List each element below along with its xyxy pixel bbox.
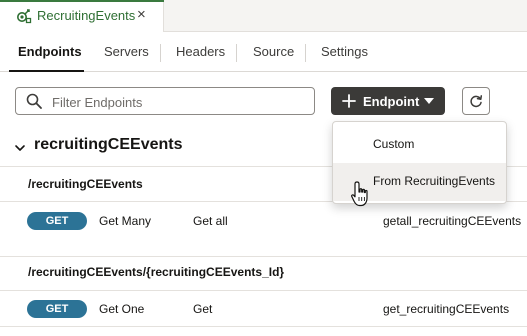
tab-servers[interactable]: Servers <box>104 44 149 59</box>
search-icon <box>26 93 42 109</box>
filter-endpoints-input[interactable] <box>52 93 302 111</box>
section-tabs: Endpoints Servers Headers Source Setting… <box>0 32 527 72</box>
divider <box>0 290 527 291</box>
endpoint-group-title[interactable]: recruitingCEEvents <box>34 136 182 154</box>
tab-divider <box>305 44 306 62</box>
refresh-button[interactable] <box>462 87 490 115</box>
add-endpoint-button[interactable]: Endpoint <box>331 87 445 115</box>
tab-settings[interactable]: Settings <box>321 44 368 59</box>
collapse-chevron-icon[interactable] <box>14 142 26 154</box>
plus-icon <box>342 94 356 108</box>
editor-tab-strip: RecruitingEvents × <box>0 0 527 32</box>
tab-headers[interactable]: Headers <box>176 44 225 59</box>
method-badge: GET <box>27 300 87 318</box>
chevron-down-icon <box>424 98 434 104</box>
file-tab-recruitingevents[interactable]: RecruitingEvents × <box>0 0 164 32</box>
menu-item-custom[interactable]: Custom <box>333 126 506 164</box>
tab-divider <box>160 44 161 62</box>
menu-item-label: From RecruitingEvents <box>373 174 496 188</box>
close-icon[interactable]: × <box>137 7 149 23</box>
endpoint-description: Get all <box>193 214 228 228</box>
file-tab-title: RecruitingEvents <box>37 8 136 23</box>
tab-divider <box>236 44 237 62</box>
endpoint-name: Get Many <box>99 214 152 228</box>
tab-source[interactable]: Source <box>253 44 294 59</box>
add-endpoint-label: Endpoint <box>363 94 420 109</box>
divider <box>0 326 527 327</box>
active-tab-indicator <box>0 0 164 2</box>
endpoint-operation-id: get_recruitingCEEvents <box>383 302 510 316</box>
endpoint-description: Get <box>193 302 213 316</box>
connection-icon <box>17 9 32 24</box>
endpoint-operation-id: getall_recruitingCEEvents <box>383 214 522 228</box>
active-tab-underline <box>9 70 84 72</box>
resource-path: /recruitingCEEvents <box>28 177 143 191</box>
filter-endpoints-field[interactable] <box>15 87 315 115</box>
endpoint-name: Get One <box>99 302 145 316</box>
resource-path: /recruitingCEEvents/{recruitingCEEvents_… <box>28 265 285 279</box>
divider <box>0 256 527 257</box>
tab-endpoints[interactable]: Endpoints <box>18 44 82 59</box>
refresh-icon <box>470 95 483 108</box>
hand-cursor-icon <box>351 181 368 207</box>
menu-item-label: Custom <box>373 137 415 151</box>
method-badge: GET <box>27 212 87 230</box>
